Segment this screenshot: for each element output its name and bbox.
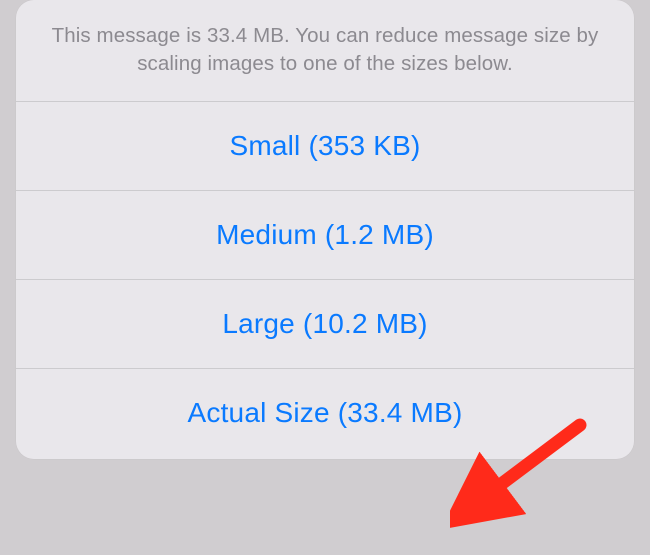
option-actual-size[interactable]: Actual Size (33.4 MB) [16, 369, 634, 459]
option-large[interactable]: Large (10.2 MB) [16, 280, 634, 369]
action-sheet: This message is 33.4 MB. You can reduce … [16, 0, 634, 459]
sheet-header-text: This message is 33.4 MB. You can reduce … [16, 0, 634, 102]
option-medium[interactable]: Medium (1.2 MB) [16, 191, 634, 280]
option-small[interactable]: Small (353 KB) [16, 102, 634, 191]
